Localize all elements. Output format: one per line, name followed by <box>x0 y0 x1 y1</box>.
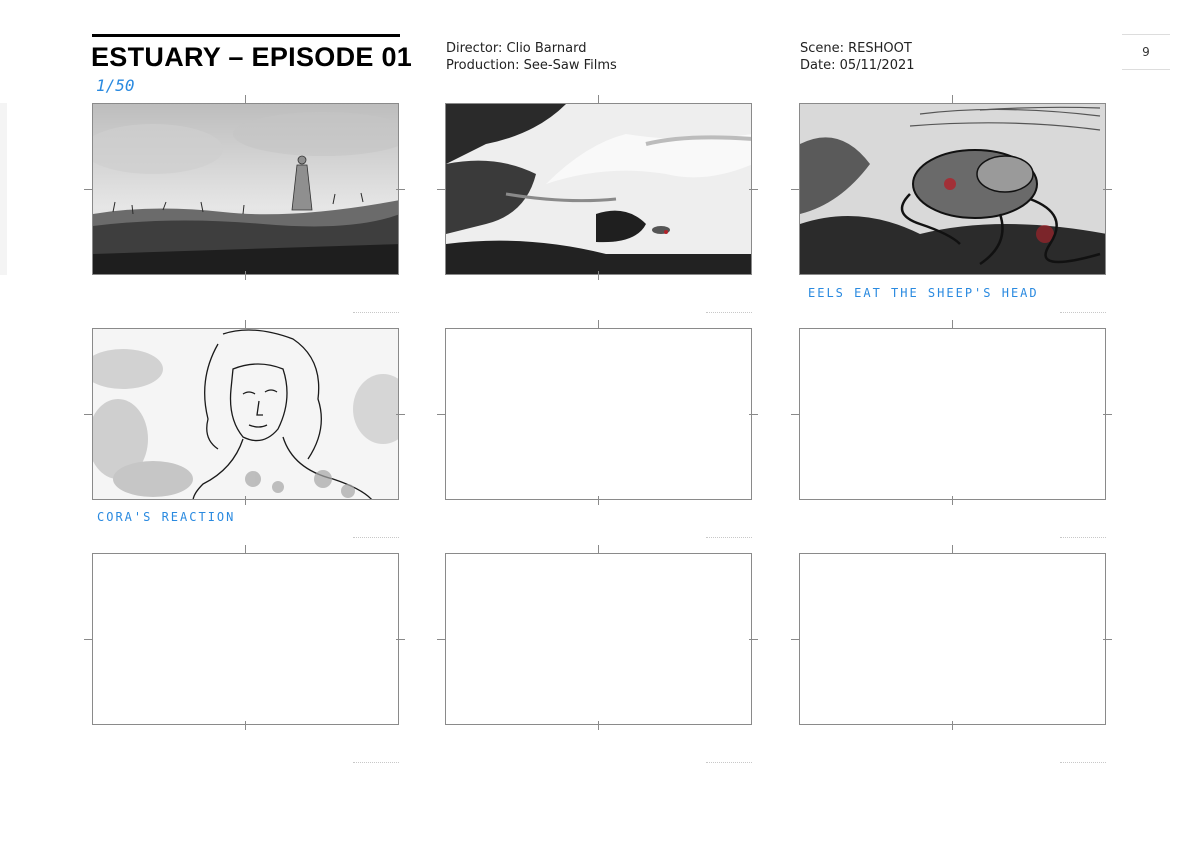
crop-tick <box>1103 189 1112 190</box>
crop-tick <box>245 721 246 730</box>
panel-3-caption: EELS EAT THE SHEEP'S HEAD <box>808 286 1039 300</box>
sketch-shore-water <box>446 104 751 274</box>
crop-tick <box>245 545 246 554</box>
crop-tick <box>598 320 599 329</box>
guide-line <box>706 762 752 763</box>
sketch-figure-on-hill <box>93 104 398 274</box>
storyboard-panel-1[interactable] <box>92 103 399 275</box>
storyboard-panel-6[interactable] <box>799 328 1106 500</box>
crop-tick <box>1103 639 1112 640</box>
crop-tick <box>437 639 446 640</box>
crop-tick <box>245 95 246 104</box>
director-label: Director: Clio Barnard <box>446 41 587 56</box>
crop-tick <box>598 271 599 280</box>
guide-line <box>1060 537 1106 538</box>
crop-tick <box>437 414 446 415</box>
sketch-cora-portrait <box>93 329 398 499</box>
crop-tick <box>791 189 800 190</box>
production-label: Production: See-Saw Films <box>446 58 617 73</box>
crop-tick <box>84 414 93 415</box>
crop-tick <box>598 95 599 104</box>
crop-tick <box>791 639 800 640</box>
guide-line <box>706 537 752 538</box>
crop-tick <box>598 721 599 730</box>
guide-line <box>353 537 399 538</box>
scene-label: Scene: RESHOOT <box>800 41 912 56</box>
crop-tick <box>952 721 953 730</box>
page-title: ESTUARY – EPISODE 01 <box>91 42 413 72</box>
crop-tick <box>952 320 953 329</box>
panel-counter: 1/50 <box>96 76 135 95</box>
sketch-eels-sheep-head <box>800 104 1105 274</box>
guide-line <box>1060 312 1106 313</box>
crop-tick <box>598 545 599 554</box>
guide-line <box>706 312 752 313</box>
storyboard-panel-2[interactable] <box>445 103 752 275</box>
credits-block: Director: Clio Barnard Production: See-S… <box>446 40 617 74</box>
crop-tick <box>396 639 405 640</box>
crop-tick <box>245 320 246 329</box>
storyboard-panel-4[interactable] <box>92 328 399 500</box>
crop-tick <box>952 95 953 104</box>
title-rule <box>92 34 400 37</box>
crop-tick <box>749 414 758 415</box>
scene-block: Scene: RESHOOT Date: 05/11/2021 <box>800 40 915 74</box>
crop-tick <box>245 271 246 280</box>
guide-line <box>353 312 399 313</box>
guide-line <box>353 762 399 763</box>
date-label: Date: 05/11/2021 <box>800 58 915 73</box>
page-number: 9 <box>1122 34 1170 70</box>
crop-tick <box>84 189 93 190</box>
crop-tick <box>952 496 953 505</box>
crop-tick <box>598 496 599 505</box>
panel-4-caption: CORA'S REACTION <box>97 510 236 524</box>
storyboard-panel-9[interactable] <box>799 553 1106 725</box>
crop-tick <box>396 189 405 190</box>
edge-strip <box>0 103 7 275</box>
crop-tick <box>749 189 758 190</box>
storyboard-panel-8[interactable] <box>445 553 752 725</box>
crop-tick <box>791 414 800 415</box>
storyboard-panel-7[interactable] <box>92 553 399 725</box>
guide-line <box>1060 762 1106 763</box>
crop-tick <box>749 639 758 640</box>
crop-tick <box>84 639 93 640</box>
storyboard-panel-5[interactable] <box>445 328 752 500</box>
crop-tick <box>1103 414 1112 415</box>
crop-tick <box>396 414 405 415</box>
crop-tick <box>245 496 246 505</box>
storyboard-panel-3[interactable] <box>799 103 1106 275</box>
crop-tick <box>437 189 446 190</box>
crop-tick <box>952 545 953 554</box>
